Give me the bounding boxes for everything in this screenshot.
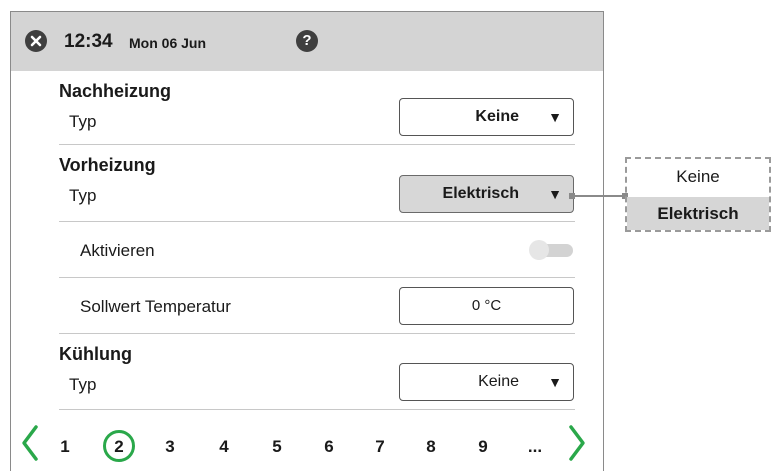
clock-date: Mon 06 Jun bbox=[129, 35, 207, 51]
enable-label: Aktivieren bbox=[80, 241, 155, 260]
chevron-down-icon: ▼ bbox=[548, 374, 562, 390]
nachheizung-type-label: Typ bbox=[69, 112, 97, 131]
nachheizung-type-select[interactable]: Keine ▼ bbox=[399, 98, 574, 136]
vorheizung-type-value: Elektrisch bbox=[442, 185, 519, 202]
vorheizung-type-select[interactable]: Elektrisch ▼ bbox=[399, 175, 574, 213]
enable-toggle[interactable] bbox=[529, 240, 574, 260]
page-number-9[interactable]: 9 bbox=[473, 437, 493, 457]
page-navigation: 1 2 3 4 5 6 7 8 9 ... bbox=[11, 417, 603, 472]
connector-dot bbox=[569, 193, 575, 199]
section-title-nachheizung: Nachheizung bbox=[59, 81, 172, 101]
divider bbox=[59, 221, 575, 222]
kuehlung-type-select[interactable]: Keine ▼ bbox=[399, 363, 574, 401]
close-icon bbox=[30, 35, 42, 47]
nachheizung-type-value: Keine bbox=[475, 108, 519, 125]
page-number-7[interactable]: 7 bbox=[370, 437, 390, 457]
chevron-down-icon: ▼ bbox=[548, 109, 562, 125]
divider bbox=[59, 333, 575, 334]
page-number-5[interactable]: 5 bbox=[267, 437, 287, 457]
divider bbox=[59, 409, 575, 410]
dropdown-connector bbox=[572, 195, 625, 197]
page-number-8[interactable]: 8 bbox=[421, 437, 441, 457]
kuehlung-type-value: Keine bbox=[478, 373, 519, 390]
type-dropdown-list: Keine Elektrisch bbox=[625, 157, 771, 232]
chevron-right-icon[interactable] bbox=[567, 423, 587, 463]
dropdown-option-keine[interactable]: Keine bbox=[627, 167, 769, 187]
toggle-knob bbox=[529, 240, 549, 260]
divider bbox=[59, 277, 575, 278]
help-button[interactable]: ? bbox=[296, 30, 318, 52]
page-number-4[interactable]: 4 bbox=[214, 437, 234, 457]
kuehlung-type-label: Typ bbox=[69, 375, 97, 394]
settings-panel: 12:34 Mon 06 Jun ? Nachheizung Typ Keine… bbox=[10, 11, 604, 471]
page-number-2-current[interactable]: 2 bbox=[103, 430, 135, 462]
page-number-1[interactable]: 1 bbox=[55, 437, 75, 457]
chevron-left-icon[interactable] bbox=[20, 423, 40, 463]
page-number-6[interactable]: 6 bbox=[319, 437, 339, 457]
page-more[interactable]: ... bbox=[525, 437, 545, 457]
setpoint-temperature-field[interactable]: 0 °C bbox=[399, 287, 574, 325]
section-title-vorheizung: Vorheizung bbox=[59, 155, 156, 175]
section-title-kuehlung: Kühlung bbox=[59, 344, 132, 364]
divider bbox=[59, 144, 575, 145]
setpoint-label: Sollwert Temperatur bbox=[80, 297, 231, 316]
clock-time: 12:34 bbox=[64, 31, 113, 52]
close-button[interactable] bbox=[25, 30, 47, 52]
status-bar: 12:34 Mon 06 Jun ? bbox=[11, 12, 603, 71]
dropdown-option-elektrisch[interactable]: Elektrisch bbox=[627, 197, 769, 230]
chevron-down-icon: ▼ bbox=[548, 186, 562, 202]
page-number-3[interactable]: 3 bbox=[160, 437, 180, 457]
vorheizung-type-label: Typ bbox=[69, 186, 97, 205]
